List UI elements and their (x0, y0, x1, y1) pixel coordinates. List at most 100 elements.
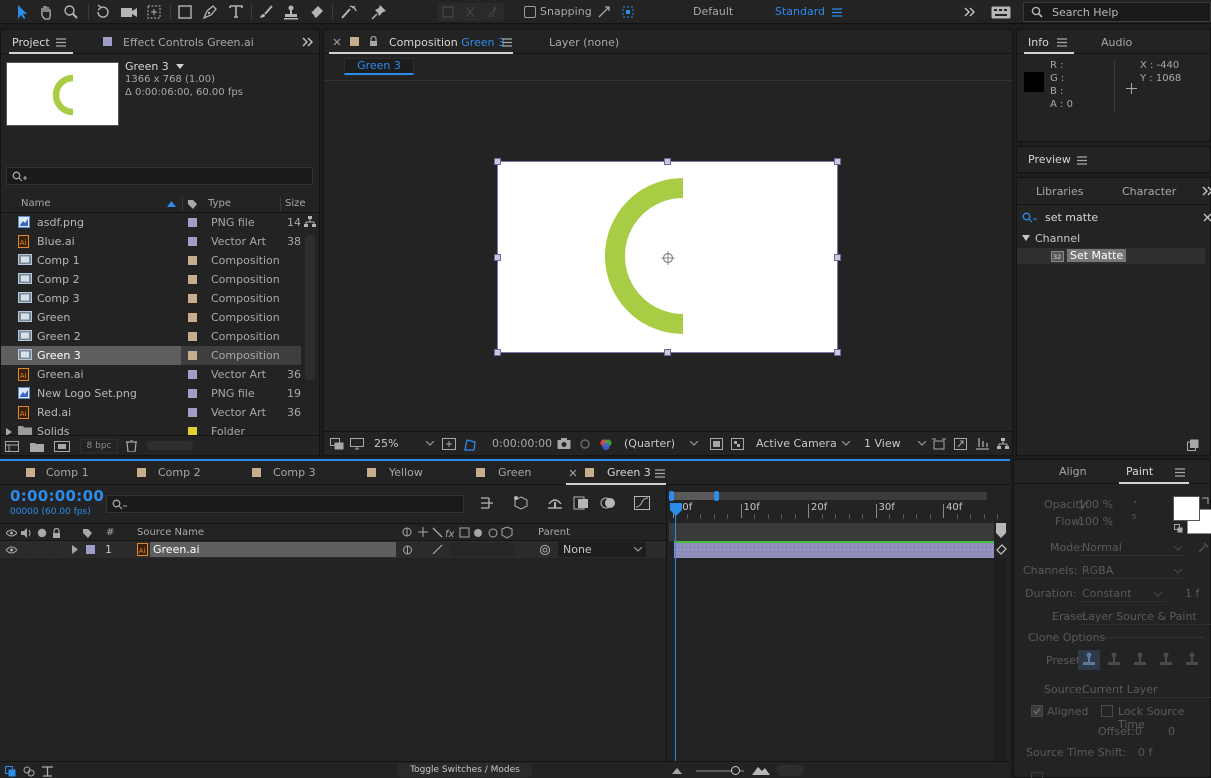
project-item-label[interactable] (188, 275, 197, 284)
toggle-switches-modes-button[interactable]: Toggle Switches / Modes (398, 763, 532, 777)
parent-pickwhip-icon[interactable] (538, 543, 551, 556)
clone-stamp-tool-icon[interactable] (281, 2, 301, 22)
project-item[interactable]: Green 2 Composition (1, 327, 301, 346)
panel-overflow-icon[interactable] (1201, 185, 1211, 197)
offset-y[interactable]: 0 (1168, 725, 1175, 738)
project-scrollbar[interactable] (305, 235, 315, 380)
close-tab-icon[interactable] (332, 37, 342, 47)
timeline-tab[interactable]: Comp 1 (46, 466, 89, 479)
footer-scrollbar[interactable] (147, 441, 193, 450)
video-visibility-icon[interactable] (5, 527, 17, 539)
timeline-tab[interactable]: Comp 3 (273, 466, 316, 479)
project-item-label[interactable] (188, 256, 197, 265)
timeline-zoom-slider[interactable] (696, 766, 744, 775)
pen-tool-icon[interactable] (200, 2, 220, 22)
offset-x[interactable]: 0 (1135, 725, 1142, 738)
in-out-pane-icon[interactable] (40, 765, 54, 777)
new-item-icon[interactable] (1186, 438, 1200, 452)
selected-item-title[interactable]: Green 3 (125, 60, 185, 73)
region-of-interest-icon[interactable] (708, 436, 724, 452)
panel-menu-icon[interactable] (501, 37, 513, 47)
project-item[interactable]: New Logo Set.png PNG file 190 (1, 384, 301, 403)
shy-switch-icon[interactable] (401, 543, 413, 556)
timeline-scrollbar[interactable] (777, 765, 803, 776)
draft-3d-icon[interactable] (512, 494, 530, 512)
audio-icon[interactable] (20, 527, 32, 539)
selection-tool-icon[interactable] (12, 2, 32, 22)
close-tab-icon[interactable] (568, 468, 578, 478)
opacity-value[interactable]: 100 % (1078, 498, 1113, 511)
roto-brush-tool-icon[interactable] (338, 2, 360, 22)
fast-previews-icon[interactable] (952, 436, 968, 452)
project-item-label[interactable] (188, 237, 197, 246)
transfer-controls-pane-icon[interactable] (22, 765, 36, 777)
lock-source-time-checkbox[interactable] (1101, 705, 1113, 717)
tab-preview[interactable]: Preview (1028, 153, 1071, 166)
current-time[interactable]: 0:00:00:00 (492, 437, 552, 450)
transparency-grid-icon[interactable] (729, 436, 745, 452)
channels-dropdown[interactable]: RGBA (1078, 561, 1186, 579)
zoom-dropdown[interactable]: 25% (370, 435, 436, 453)
project-item[interactable]: asdf.png PNG file 14 (1, 213, 301, 232)
parent-dropdown[interactable]: None (558, 542, 646, 557)
layer-bounding-box[interactable] (494, 158, 841, 356)
effect-item-set-matte[interactable]: 32 Set Matte (1017, 248, 1205, 264)
layer-switches-pane-icon[interactable] (4, 765, 16, 777)
work-area-marker[interactable] (996, 523, 1006, 539)
default-colors-icon[interactable] (1173, 523, 1183, 533)
tab-project[interactable]: Project (12, 36, 50, 49)
project-item-label[interactable] (188, 313, 197, 322)
show-snapshot-icon[interactable] (577, 436, 593, 452)
anchor-point-icon[interactable] (661, 251, 675, 265)
tab-paint[interactable]: Paint (1126, 465, 1153, 478)
timeline-tab[interactable]: Green 3 (607, 466, 651, 479)
track-scrollbar[interactable] (993, 558, 1007, 763)
timeline-search-field[interactable] (106, 495, 464, 513)
type-tool-icon[interactable] (226, 1, 246, 21)
snapping-checkbox[interactable] (524, 6, 536, 18)
layer-duration-bar[interactable] (674, 541, 994, 558)
column-type-header[interactable]: Type (208, 198, 231, 209)
eyedropper-icon[interactable] (1197, 540, 1211, 554)
panel-overflow-icon[interactable] (301, 36, 315, 48)
camera-dropdown[interactable]: Active Camera (752, 435, 852, 453)
project-item[interactable]: Comp 2 Composition (1, 270, 301, 289)
effect-category-channel[interactable]: Channel (1021, 231, 1206, 247)
layer-label-swatch[interactable] (86, 545, 95, 554)
timeline-timecode[interactable]: 0:00:00:00 (10, 487, 104, 505)
snap-features-icon[interactable] (620, 3, 636, 21)
expand-layer-arrow-icon[interactable] (70, 544, 80, 555)
rectangle-tool-icon[interactable] (175, 2, 195, 22)
label-column-icon[interactable] (186, 198, 198, 210)
tab-effect-controls[interactable]: Effect Controls Green.ai (123, 36, 254, 49)
pan-behind-tool-icon[interactable] (144, 2, 164, 22)
lock-icon[interactable] (368, 35, 378, 47)
tab-audio[interactable]: Audio (1101, 36, 1132, 49)
hand-tool-icon[interactable] (36, 2, 56, 22)
layer-name-field[interactable]: Green.ai (150, 542, 396, 557)
hide-shy-layers-icon[interactable] (546, 494, 564, 512)
tab-layer[interactable]: Layer (none) (549, 36, 619, 49)
source-dropdown[interactable]: Current Layer (1078, 680, 1211, 698)
panel-menu-icon[interactable] (654, 468, 666, 478)
tab-libraries[interactable]: Libraries (1036, 185, 1084, 198)
work-area-bar[interactable] (669, 491, 987, 501)
interpret-footage-icon[interactable] (4, 439, 20, 453)
foreground-color-swatch-front[interactable] (1173, 496, 1200, 521)
motion-blur-icon[interactable] (599, 494, 617, 512)
layer-row[interactable]: 1 Ai Green.ai None (0, 541, 666, 558)
frame-blending-icon[interactable] (572, 494, 590, 512)
flowchart-icon[interactable] (303, 215, 317, 229)
duration-frames[interactable]: 1 f (1185, 587, 1199, 600)
workspace-menu-icon[interactable] (830, 5, 844, 19)
graph-editor-icon[interactable] (633, 494, 651, 512)
comp-breadcrumb[interactable]: Green 3 (344, 58, 414, 75)
erase-dropdown[interactable]: Layer Source & Paint (1078, 607, 1211, 625)
column-size-header[interactable]: Size (285, 198, 306, 209)
timeline-icon[interactable] (974, 436, 990, 452)
swap-colors-icon[interactable] (1200, 496, 1210, 506)
fit-to-frame-icon[interactable] (441, 436, 457, 452)
effects-search-field[interactable]: set matte (1021, 209, 1211, 227)
tab-composition[interactable]: Composition Green 3 (389, 36, 505, 49)
flowchart-icon[interactable] (995, 436, 1011, 452)
